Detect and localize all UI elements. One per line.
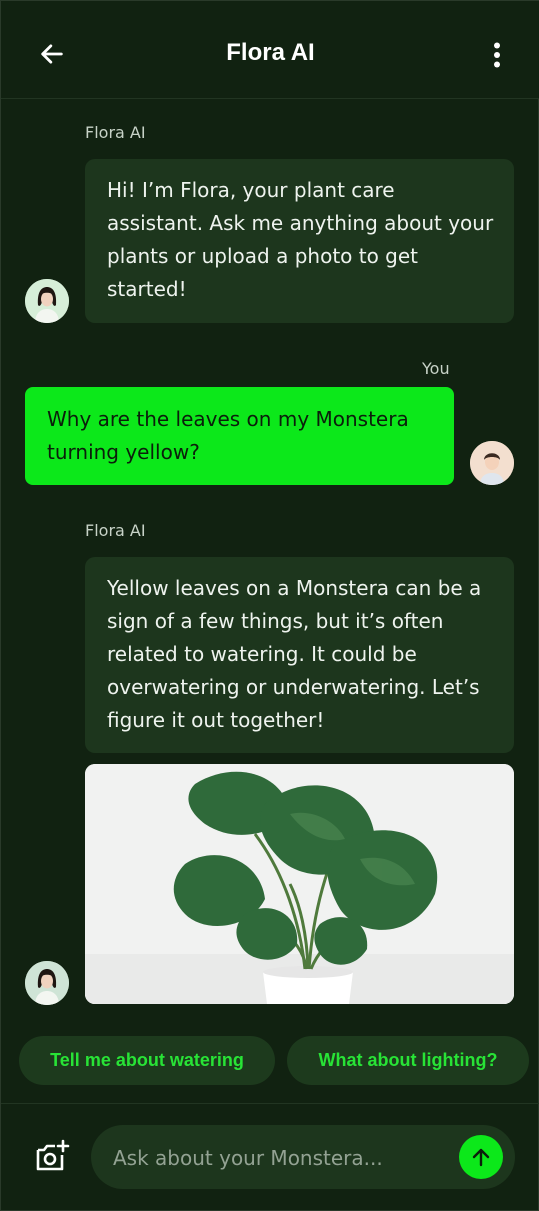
message-sender: Flora AI <box>85 123 146 142</box>
add-photo-button[interactable] <box>33 1137 71 1175</box>
message-sender: You <box>422 359 450 378</box>
monstera-plant-photo[interactable] <box>85 764 514 1004</box>
message-text: Yellow leaves on a Monstera can be a sig… <box>107 576 482 732</box>
assistant-message-bubble: Yellow leaves on a Monstera can be a sig… <box>85 557 514 753</box>
user-avatar <box>470 441 514 485</box>
message-text: Why are the leaves on my Monstera turnin… <box>47 407 409 464</box>
assistant-avatar <box>25 961 69 1005</box>
assistant-message-bubble: Hi! I’m Flora, your plant care assistant… <box>85 159 514 323</box>
send-button[interactable] <box>459 1135 503 1179</box>
app-header: Flora AI <box>1 1 539 99</box>
user-message-bubble: Why are the leaves on my Monstera turnin… <box>25 387 454 485</box>
arrow-up-icon <box>472 1148 490 1167</box>
suggestion-chip-lighting[interactable]: What about lighting? <box>287 1036 529 1085</box>
app-screen: Flora AI Flora AI Hi! I’m Flora, your pl… <box>0 0 539 1211</box>
add-photo-icon <box>36 1139 70 1171</box>
page-title: Flora AI <box>226 39 315 66</box>
more-vertical-icon <box>494 42 500 68</box>
divider <box>1 1103 539 1104</box>
message-composer <box>91 1125 515 1191</box>
assistant-avatar <box>25 279 69 323</box>
message-sender: Flora AI <box>85 521 146 540</box>
suggestion-chip-watering[interactable]: Tell me about watering <box>19 1036 275 1085</box>
message-text: Hi! I’m Flora, your plant care assistant… <box>107 178 494 301</box>
message-input[interactable] <box>111 1125 455 1191</box>
more-options-button[interactable] <box>485 37 509 73</box>
